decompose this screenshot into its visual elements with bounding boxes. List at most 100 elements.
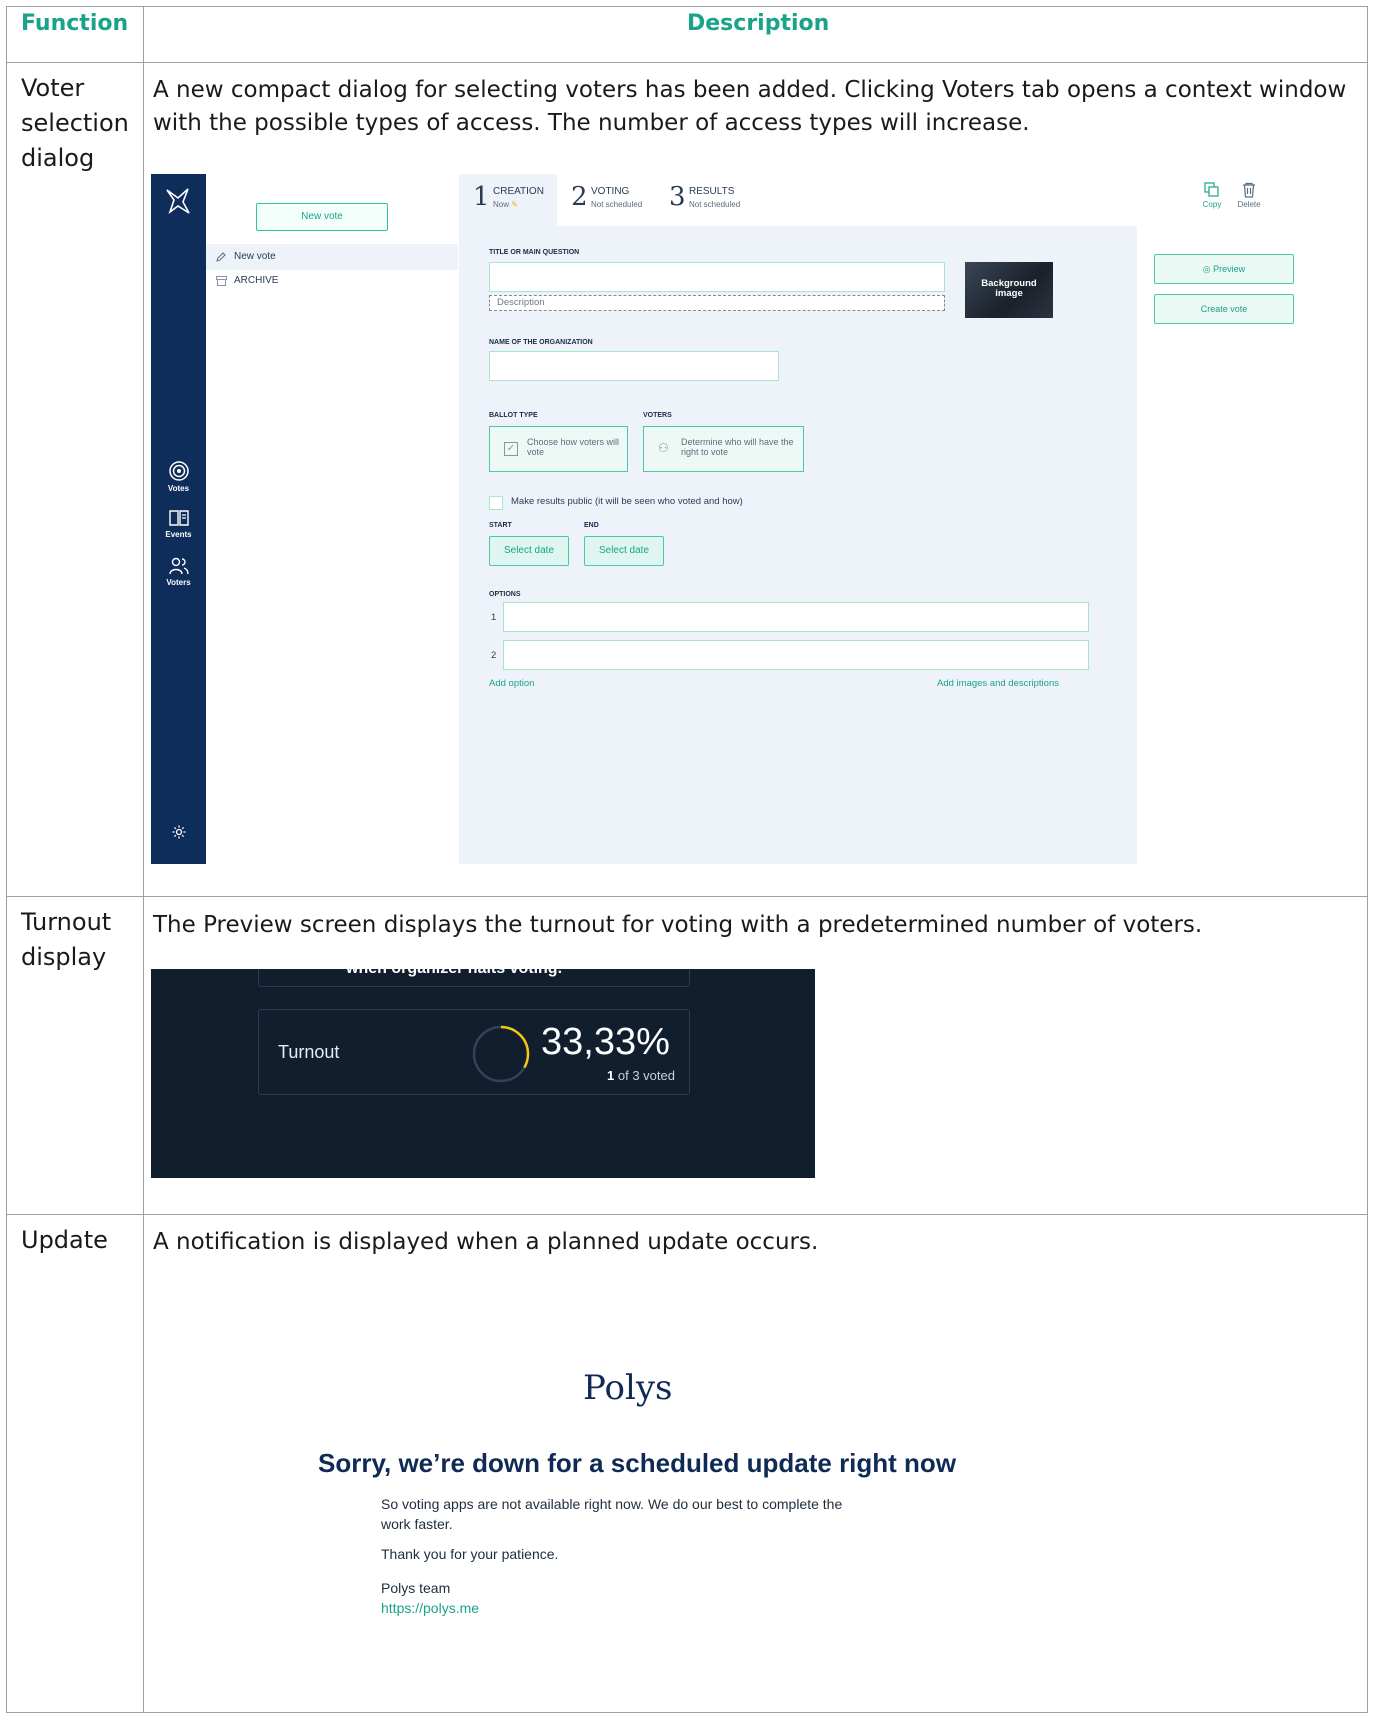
sidebar-item-label: Voters: [166, 578, 191, 587]
polys-link[interactable]: https://polys.me: [381, 1598, 479, 1618]
voters-label: VOTERS: [643, 412, 672, 419]
list-item-new-vote[interactable]: New vote: [206, 244, 458, 270]
step-number: 1: [473, 182, 490, 212]
eye-icon: ◎: [1202, 264, 1211, 274]
background-image-button[interactable]: Background image: [965, 262, 1053, 318]
update-message: So voting apps are not available right n…: [381, 1494, 842, 1534]
step-tabs: 1 CREATION Now ✎ 2 VOTING Not scheduled …: [459, 174, 1137, 226]
function-line: Voter: [21, 74, 85, 102]
description-line: A notification is displayed when a plann…: [153, 1229, 819, 1255]
function-line: Update: [21, 1226, 108, 1254]
sidebar: Votes Events Voters: [151, 174, 206, 864]
description-cell: A new compact dialog for selecting voter…: [153, 74, 1346, 140]
delete-label: Delete: [1237, 200, 1261, 209]
row-divider: [7, 896, 1367, 897]
copy-icon: [1204, 182, 1219, 197]
function-line: display: [21, 943, 107, 971]
tab-creation[interactable]: 1 CREATION Now ✎: [459, 174, 557, 226]
option-number: 1: [491, 612, 497, 623]
signature: Polys team https://polys.me: [381, 1578, 479, 1618]
preview-button[interactable]: ◎ Preview: [1154, 254, 1294, 284]
update-title: Sorry, we’re down for a scheduled update…: [318, 1448, 957, 1478]
header-description: Description: [687, 11, 830, 36]
description-input[interactable]: Description: [489, 295, 945, 311]
end-label: END: [584, 522, 599, 529]
description-line: A new compact dialog for selecting voter…: [153, 77, 1347, 103]
option-input[interactable]: [503, 640, 1089, 670]
options-label: OPTIONS: [489, 591, 521, 598]
step-title: RESULTS: [689, 186, 735, 197]
public-results-checkbox[interactable]: [489, 496, 503, 510]
sidebar-item-voters[interactable]: Voters: [151, 556, 206, 587]
turnout-percent: 33,33%: [541, 1021, 670, 1063]
voters-text: Determine who will have the right to vot…: [681, 437, 794, 457]
turnout-screenshot: when organizer halts voting. Turnout 33,…: [151, 969, 815, 1178]
sidebar-item-votes[interactable]: Votes: [151, 460, 206, 493]
thanks-text: Thank you for your patience.: [381, 1546, 559, 1562]
start-date-button[interactable]: Select date: [489, 536, 569, 566]
creation-form: TITLE OR MAIN QUESTION Description Backg…: [459, 226, 1137, 864]
create-vote-button[interactable]: Create vote: [1154, 294, 1294, 324]
settings-button[interactable]: [151, 824, 206, 842]
tab-voting[interactable]: 2 VOTING Not scheduled: [557, 174, 655, 226]
voters-button[interactable]: ⚇ Determine who will have the right to v…: [643, 426, 804, 472]
turnout-label: Turnout: [278, 1042, 340, 1062]
bird-logo-icon: [166, 188, 190, 215]
title-label: TITLE OR MAIN QUESTION: [489, 249, 580, 256]
list-item-archive[interactable]: ARCHIVE: [206, 268, 458, 294]
add-option-link[interactable]: Add option: [489, 678, 534, 689]
function-line: dialog: [21, 144, 95, 172]
step-number: 2: [571, 182, 588, 212]
ballot-type-button[interactable]: ✓ Choose how voters will vote: [489, 426, 628, 472]
description-line: with the possible types of access. The n…: [153, 110, 1030, 136]
new-vote-button[interactable]: New vote: [256, 203, 388, 231]
ballot-type-text: Choose how voters will vote: [527, 437, 620, 457]
voted-total: of 3 voted: [617, 1068, 675, 1083]
ballot-type-label: BALLOT TYPE: [489, 412, 538, 419]
end-date-button[interactable]: Select date: [584, 536, 664, 566]
vote-creation-screenshot: Votes Events Voters New vote New vote AR…: [151, 174, 1294, 864]
header-function: Function: [21, 11, 129, 36]
header-divider: [7, 62, 1367, 63]
option-number: 2: [491, 650, 497, 661]
pencil-icon: [216, 252, 226, 262]
target-icon: [168, 461, 189, 481]
sidebar-item-events[interactable]: Events: [151, 508, 206, 539]
copy-label: Copy: [1202, 200, 1222, 209]
trash-icon: [1243, 182, 1255, 198]
column-divider: [143, 7, 144, 1712]
polys-logo: Polys: [583, 1368, 673, 1408]
description-cell: A notification is displayed when a plann…: [153, 1226, 818, 1259]
book-icon: [168, 510, 189, 526]
function-cell: Update: [21, 1223, 108, 1258]
turnout-count: 1 of 3 voted: [607, 1068, 675, 1083]
cut-off-text: when organizer halts voting.: [346, 969, 562, 978]
option-input[interactable]: [503, 602, 1089, 632]
turnout-ring: [472, 1025, 530, 1083]
title-input[interactable]: [489, 262, 945, 292]
step-title: VOTING: [591, 186, 630, 197]
people-icon: [168, 557, 189, 575]
preview-label: Preview: [1213, 264, 1246, 274]
organization-label: NAME OF THE ORGANIZATION: [489, 339, 593, 346]
team-name: Polys team: [381, 1580, 451, 1596]
step-status: Not scheduled: [591, 200, 643, 209]
step-status: Not scheduled: [689, 200, 741, 209]
start-label: START: [489, 522, 512, 529]
tab-results[interactable]: 3 RESULTS Not scheduled: [655, 174, 755, 226]
list-item-label: New vote: [234, 251, 276, 262]
sidebar-item-label: Votes: [167, 484, 190, 493]
voted-count: 1: [607, 1068, 615, 1083]
archive-icon: [216, 276, 227, 286]
copy-button[interactable]: Copy: [1197, 182, 1227, 209]
sidebar-item-label: Events: [165, 530, 192, 539]
public-results-label: Make results public (it will be seen who…: [511, 496, 743, 507]
people-icon: ⚇: [658, 441, 669, 455]
delete-button[interactable]: Delete: [1231, 182, 1267, 209]
pencil-icon: ✎: [511, 200, 518, 209]
checkbox-icon: ✓: [504, 442, 518, 456]
function-line: Turnout: [21, 908, 112, 936]
add-images-link[interactable]: Add images and descriptions: [937, 678, 1059, 689]
message-line: work faster.: [381, 1516, 453, 1532]
organization-input[interactable]: [489, 351, 779, 381]
